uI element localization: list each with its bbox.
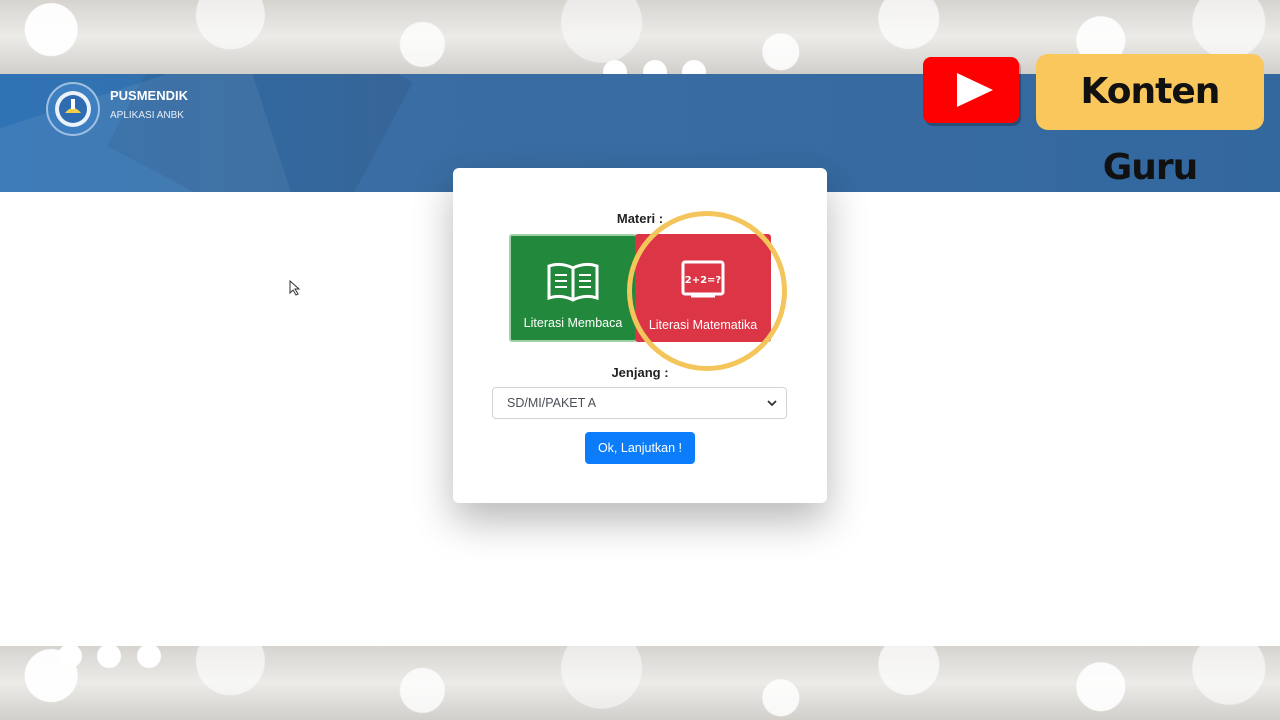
konten-guru-badge: Konten Guru: [1036, 54, 1264, 188]
ok-lanjutkan-button[interactable]: Ok, Lanjutkan !: [585, 432, 695, 464]
bokeh-bottom-border: [0, 646, 1280, 720]
jenjang-label: Jenjang :: [611, 365, 669, 380]
decor-dot-3: [137, 646, 161, 668]
tile-literasi-membaca[interactable]: Literasi Membaca: [509, 234, 637, 342]
tut-wuri-logo-icon: [46, 82, 100, 136]
tile-label: Literasi Membaca: [523, 316, 623, 330]
materi-label: Materi :: [616, 211, 664, 226]
loading-dot-2: [643, 60, 667, 74]
youtube-logo-icon: [923, 57, 1019, 123]
mouse-cursor-icon: [289, 279, 301, 300]
brand-title: PUSMENDIK: [110, 88, 189, 103]
jenjang-selected-value: SD/MI/PAKET A: [507, 396, 597, 410]
chevron-down-icon: [766, 397, 778, 412]
book-icon: [547, 262, 599, 305]
jenjang-select[interactable]: SD/MI/PAKET A: [492, 387, 787, 419]
decor-dot-2: [97, 646, 121, 668]
loading-dot-3: [682, 60, 706, 74]
loading-dot-1: [603, 60, 627, 74]
brand-subtitle: APLIKASI ANBK: [110, 110, 184, 121]
decor-dot-1: [58, 646, 82, 668]
highlight-circle: [627, 211, 787, 371]
